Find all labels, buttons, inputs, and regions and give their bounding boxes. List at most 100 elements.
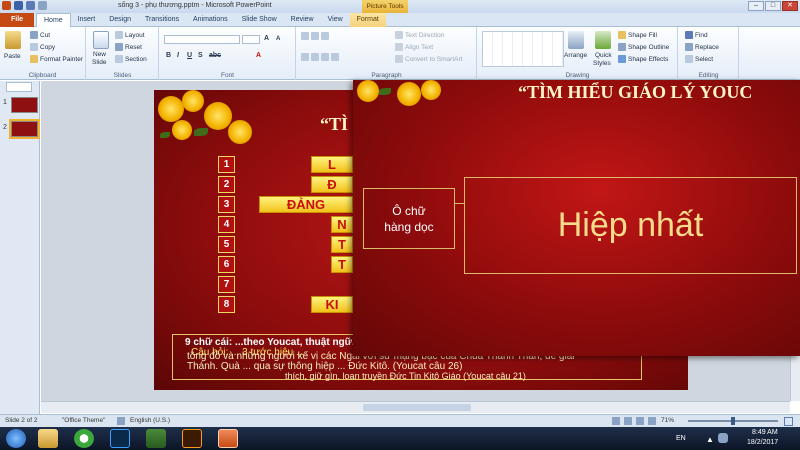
quick-styles-icon[interactable] [595,31,611,49]
slide-thumbnail-1[interactable] [11,97,38,113]
powerpoint-taskbar-icon[interactable] [218,429,238,448]
cut-button[interactable]: Cut [30,31,50,39]
undo-icon[interactable] [26,1,35,10]
answer-cell: N [331,216,353,233]
strikethrough-button[interactable]: abc [209,52,221,59]
fit-to-window-icon[interactable] [784,417,793,426]
new-slide-icon[interactable] [93,31,109,49]
close-button[interactable]: ✕ [782,1,798,11]
new-slide-button-2[interactable]: Slide [92,59,106,66]
network-icon[interactable] [718,433,728,443]
shape-outline-button[interactable]: Shape Outline [618,43,669,51]
start-button-icon[interactable] [6,429,26,448]
clue-number: 8 [218,296,235,313]
app-icon[interactable] [146,429,166,448]
shapes-gallery[interactable] [482,31,564,67]
answer-cell: T [331,256,353,273]
reset-button[interactable]: Reset [115,43,142,51]
arrange-icon[interactable] [568,31,584,49]
flower-image [357,80,379,102]
language-indicator[interactable]: English (U.S.) [130,417,170,424]
smartart-icon [395,55,403,63]
show-hidden-icons[interactable]: ▲ [706,435,714,444]
clipboard-group: Paste Cut Copy Format Painter Clipboard [0,27,86,80]
tab-animations[interactable]: Animations [186,13,235,27]
illustrator-icon[interactable] [182,429,202,448]
shape-effects-button[interactable]: Shape Effects [618,55,668,63]
quick-styles-button-2[interactable]: Styles [593,60,611,67]
flower-image [158,96,184,122]
italic-button[interactable]: I [177,52,179,59]
section-button[interactable]: Section [115,55,147,63]
file-tab[interactable]: File [0,13,34,27]
shape-fill-button[interactable]: Shape Fill [618,31,657,39]
bullets-button[interactable] [301,32,329,40]
align-buttons[interactable] [301,53,339,61]
align-right-icon [321,53,329,61]
photoshop-icon[interactable] [110,429,130,448]
layout-button[interactable]: Layout [115,31,145,39]
taskbar: EN ▲ 8:49 AM 18/2/2017 [0,427,800,450]
slide-thumbnail-2[interactable] [9,119,40,139]
paragraph-label: Paragraph [371,72,402,79]
slideshow-view-icon[interactable] [648,417,656,425]
maximize-button[interactable]: □ [765,1,781,11]
shrink-font-icon[interactable]: A [276,36,280,42]
zoom-slider-thumb[interactable] [731,417,735,425]
scroll-thumb[interactable] [363,404,471,411]
tab-review[interactable]: Review [284,13,321,27]
answer-cell: L [311,156,353,173]
tab-home[interactable]: Home [36,13,71,27]
select-button[interactable]: Select [685,55,713,63]
spellcheck-icon[interactable] [117,417,125,425]
tab-insert[interactable]: Insert [71,13,103,27]
minimize-button[interactable]: – [748,1,764,11]
paste-icon[interactable] [5,31,21,49]
powerpoint-icon[interactable] [2,1,11,10]
reading-view-icon[interactable] [636,417,644,425]
horizontal-scrollbar[interactable] [41,401,790,413]
new-slide-button[interactable]: New [93,51,106,58]
quick-styles-button[interactable]: Quick [595,52,612,59]
picture-tools-label: Picture Tools [362,0,408,13]
text-direction-button[interactable]: Text Direction [395,31,444,39]
paste-button[interactable]: Paste [4,53,21,60]
font-size-box[interactable] [242,35,260,44]
tab-slide-show[interactable]: Slide Show [235,13,284,27]
input-language[interactable]: EN [676,435,686,442]
font-name-box[interactable] [164,35,240,44]
zoom-level[interactable]: 71% [661,417,674,424]
align-text-icon [395,43,403,51]
replace-button[interactable]: Replace [685,43,719,51]
browser-icon[interactable] [74,429,94,448]
redo-icon[interactable] [38,1,47,10]
clock-time[interactable]: 8:49 AM [752,429,778,436]
save-icon[interactable] [14,1,23,10]
underline-button[interactable]: U [187,52,192,59]
tab-format[interactable]: Format [349,13,386,27]
tab-transitions[interactable]: Transitions [138,13,186,27]
align-text-button[interactable]: Align Text [395,43,433,51]
flower-image [204,102,232,130]
slide-sorter-icon[interactable] [624,417,632,425]
shadow-button[interactable]: S [198,52,203,59]
clue-number: 1 [218,156,235,173]
convert-smartart-button[interactable]: Convert to SmartArt [395,55,462,63]
indent-icon [321,32,329,40]
grow-font-icon[interactable]: A [264,35,269,42]
tab-design[interactable]: Design [102,13,138,27]
overlay-slide[interactable]: “TÌM HIỂU GIÁO LÝ YOUC Ô chữ hàng dọc Hi… [353,80,800,356]
copy-button[interactable]: Copy [30,43,55,51]
clock-date[interactable]: 18/2/2017 [747,439,778,446]
normal-view-icon[interactable] [612,417,620,425]
bold-button[interactable]: B [166,52,171,59]
arrange-button[interactable]: Arrange [564,52,587,59]
flower-image [228,120,252,144]
tab-view[interactable]: View [321,13,350,27]
find-button[interactable]: Find [685,31,708,39]
slides-tab[interactable] [6,82,32,92]
format-painter-button[interactable]: Format Painter [30,55,83,63]
font-color-button[interactable]: A [256,52,261,59]
file-explorer-icon[interactable] [38,429,58,448]
replace-icon [685,43,693,51]
